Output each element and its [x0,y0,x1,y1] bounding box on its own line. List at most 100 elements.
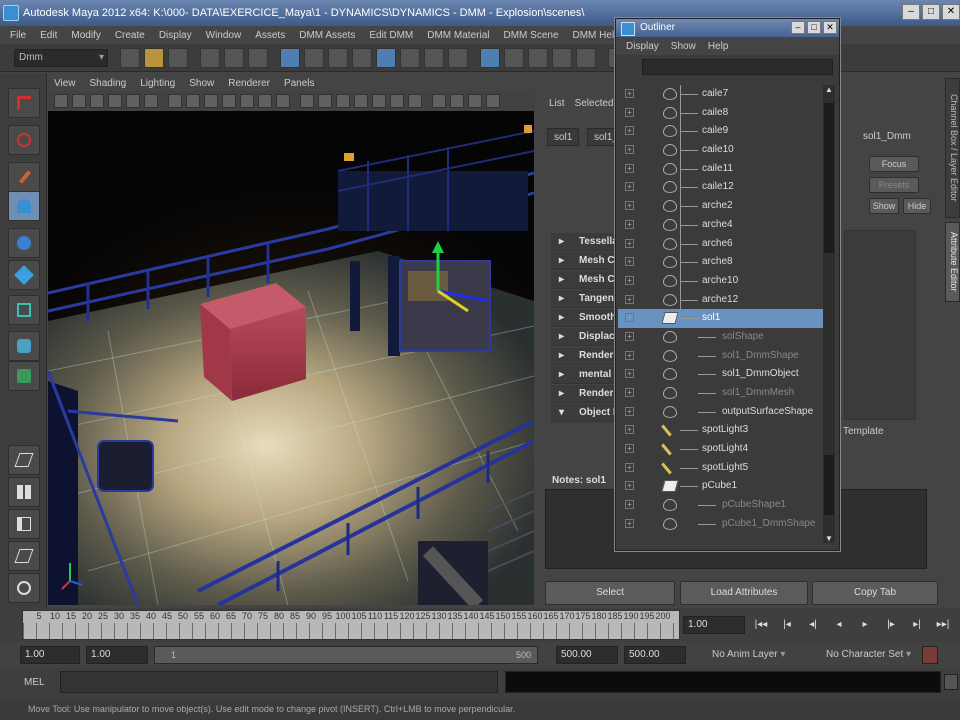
menu-dmm-scene[interactable]: DMM Scene [503,30,558,41]
expand-icon[interactable]: + [625,89,634,98]
focus-button[interactable]: Focus [869,156,919,172]
pick-mask-icon[interactable] [280,47,300,68]
play-backwards-icon[interactable]: ◂ [830,616,848,634]
expand-icon[interactable]: + [625,238,634,248]
outliner-menu-display[interactable]: Display [626,41,659,52]
range-handle-right[interactable]: 500 [516,647,531,663]
isolate-select-icon[interactable] [432,94,446,108]
four-view-layout-button[interactable] [8,477,40,507]
outliner-scroll-thumb[interactable] [824,103,834,253]
outliner-row[interactable]: + arche12 [618,291,823,310]
outliner-row[interactable]: + pCube1_DmmShape [618,515,823,534]
hide-button[interactable]: Hide [903,198,931,214]
textured-icon[interactable] [354,94,368,108]
x-ray-joints-icon[interactable] [468,94,482,108]
expand-icon[interactable]: + [625,369,634,379]
section-displacement-map[interactable]: Displacement Map [551,328,621,346]
viewport-menu-show[interactable]: Show [189,78,214,89]
outliner-row[interactable]: + caile11 [618,160,823,179]
menu-set-select[interactable]: Dmm [14,48,108,67]
ae-tab-sol1[interactable]: sol1 [547,128,580,146]
menu-dmm-material[interactable]: DMM Material [427,30,489,41]
animation-start-field[interactable]: 1.00 [20,646,80,664]
outliner-row[interactable]: + caile7 [618,85,823,104]
outliner-row[interactable]: + sol1 [618,309,823,328]
shadows-icon[interactable] [390,94,404,108]
select-hierarchy-icon[interactable] [200,47,220,68]
maximize-icon[interactable]: □ [922,4,940,20]
menu-modify[interactable]: Modify [71,30,100,41]
menu-display[interactable]: Display [159,30,192,41]
expand-icon[interactable]: + [625,313,634,323]
side-tab-attribute-editor[interactable]: Attribute Editor [945,222,960,302]
outliner-row[interactable]: + caile8 [618,104,823,123]
character-set-dropdown[interactable]: No Character Set [826,646,911,664]
expand-icon[interactable]: + [625,107,634,117]
current-frame-field[interactable]: 1.00 [683,616,745,634]
pick-surfaces-icon[interactable] [376,47,396,68]
graph-layout-button[interactable] [8,541,40,571]
outliner-layout-button[interactable] [8,509,40,539]
menu-file[interactable]: File [10,30,26,41]
expand-icon[interactable]: + [625,481,634,491]
menu-dmm-help[interactable]: DMM Help [573,30,620,41]
paint-select-tool-button[interactable] [8,162,40,192]
outliner-minimize-icon[interactable]: – [791,21,805,34]
backface-culling-icon[interactable] [486,94,500,108]
expand-icon[interactable]: + [625,219,634,229]
show-manipulator-button[interactable] [8,361,40,391]
viewport-menu-lighting[interactable]: Lighting [140,78,175,89]
expand-icon[interactable]: + [625,201,634,211]
pick-deformations-icon[interactable] [400,47,420,68]
expand-icon[interactable]: + [625,518,634,528]
section-mesh-controls[interactable]: Mesh Controls [551,271,621,289]
step-forward-key-icon[interactable]: |▸ [882,616,900,634]
expand-icon[interactable]: + [625,257,634,267]
move-tool-button[interactable] [8,191,40,221]
command-language-toggle[interactable]: MEL [24,677,45,688]
outliner-row[interactable]: + arche10 [618,272,823,291]
hypershade-layout-button[interactable] [8,573,40,603]
outliner-row[interactable]: + pCubeShape1 [618,496,823,515]
section-mesh-component-display[interactable]: Mesh Component Display [551,252,621,270]
outliner-row[interactable]: + outputSurfaceShape [618,403,823,422]
presets-button[interactable]: Presets [869,177,919,193]
smooth-shade-icon[interactable] [318,94,332,108]
outliner-row[interactable]: + arche4 [618,216,823,235]
pick-rendering-icon[interactable] [448,47,468,68]
outliner-title-bar[interactable]: Outliner – □ ✕ [616,19,839,37]
expand-icon[interactable]: + [625,294,634,304]
expand-icon[interactable]: + [625,182,634,192]
load-attributes-button[interactable]: Load Attributes [680,581,808,605]
outliner-row[interactable]: + spotLight3 [618,421,823,440]
spotlight-object[interactable] [97,440,154,492]
select-tool-button[interactable] [8,88,40,118]
outliner-list[interactable]: + caile7 + caile8 + caile9 + caile10 + caile11 + ca… [618,85,823,549]
close-icon[interactable]: ✕ [942,4,960,20]
anim-layer-dropdown[interactable]: No Anim Layer [712,646,785,664]
rotate-tool-button[interactable] [8,228,40,258]
show-button[interactable]: Show [869,198,899,214]
viewport-menu-renderer[interactable]: Renderer [228,78,270,89]
outliner-scroll-thumb-lower[interactable] [824,455,834,515]
menu-window[interactable]: Window [206,30,242,41]
range-slider-track[interactable]: 1 500 [154,646,538,664]
save-scene-icon[interactable] [168,47,188,68]
outliner-row[interactable]: + spotLight5 [618,459,823,478]
viewport-menu-shading[interactable]: Shading [90,78,127,89]
section-render-stats[interactable]: Render Stats [551,347,621,365]
menu-edit-dmm[interactable]: Edit DMM [369,30,413,41]
section-mental-ray[interactable]: mental ray [551,366,621,384]
range-handle-left[interactable]: 1 [171,647,176,663]
menu-dmm-assets[interactable]: DMM Assets [299,30,355,41]
command-input[interactable] [60,671,498,693]
outliner-row[interactable]: + arche6 [618,235,823,254]
section-smooth-mesh[interactable]: Smooth Mesh [551,309,621,327]
ae-menu-selected[interactable]: Selected [575,98,614,109]
expand-icon[interactable]: + [625,444,634,454]
pick-joints-icon[interactable] [328,47,348,68]
soft-mod-button[interactable] [8,331,40,361]
step-back-icon[interactable]: |◂ [778,616,796,634]
outliner-close-icon[interactable]: ✕ [823,21,837,34]
outliner-row[interactable]: + arche8 [618,253,823,272]
